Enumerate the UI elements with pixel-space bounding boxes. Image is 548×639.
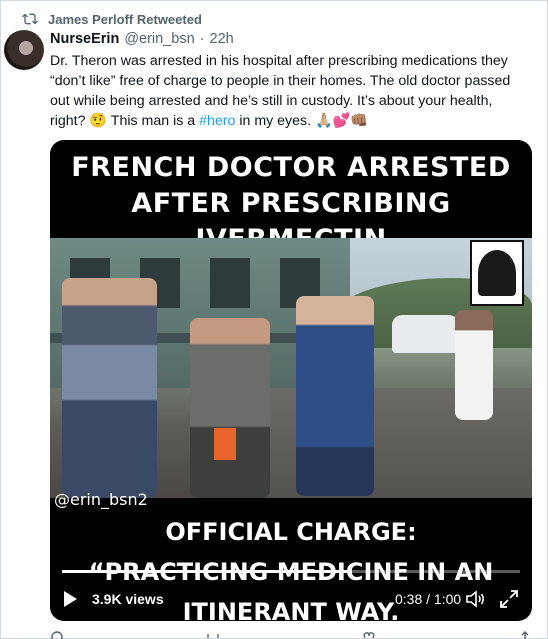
header-separator: ·: [199, 31, 205, 47]
author-handle[interactable]: @erin_bsn: [124, 31, 194, 47]
video-time: 0:38 / 1:00: [395, 591, 461, 607]
video-watermark: @erin_bsn2: [54, 490, 148, 509]
video-window: [210, 258, 250, 308]
rooster-logo-mark: [478, 250, 516, 296]
retweet-context[interactable]: James Perloff Retweeted: [22, 10, 202, 28]
retweet-label: James Perloff Retweeted: [48, 11, 202, 27]
video-person: [62, 278, 157, 498]
reply-icon[interactable]: [50, 628, 64, 639]
video-frame: [50, 238, 532, 498]
play-icon[interactable]: [62, 590, 78, 608]
tweet-text-tail: in my eyes. 🙏🏼💕👊🏽: [235, 113, 369, 129]
retweet-icon: [22, 11, 38, 27]
video-bucket: [214, 428, 236, 460]
like-icon[interactable]: [362, 628, 376, 639]
retweet-action-icon[interactable]: [206, 628, 220, 639]
video-player[interactable]: FRENCH DOCTOR ARRESTED AFTER PRESCRIBING…: [50, 140, 532, 621]
author-display-name[interactable]: NurseErin: [50, 31, 119, 47]
view-count: 3.9K views: [92, 591, 164, 607]
video-police-officer: [296, 296, 374, 496]
video-progress-bar[interactable]: [62, 570, 520, 573]
rooster-logo-icon: [470, 240, 524, 306]
tweet-text: Dr. Theron was arrested in his hospital …: [50, 51, 530, 131]
avatar[interactable]: [4, 30, 44, 70]
video-headline-line-1: FRENCH DOCTOR ARRESTED: [71, 152, 511, 183]
video-person: [455, 310, 493, 420]
tweet-timestamp[interactable]: 22h: [210, 31, 234, 47]
video-car: [392, 315, 462, 353]
volume-icon[interactable]: [465, 589, 487, 609]
tweet-action-bar: [50, 628, 532, 639]
tweet-header: NurseErin @erin_bsn · 22h: [50, 31, 234, 47]
video-elapsed: 0:38: [395, 591, 423, 607]
hashtag-link[interactable]: #hero: [199, 113, 235, 129]
share-icon[interactable]: [518, 628, 532, 639]
fullscreen-icon[interactable]: [499, 589, 519, 609]
video-caption-line-1: OFFICIAL CHARGE:: [165, 518, 417, 546]
video-person: [190, 318, 270, 498]
video-progress-fill: [62, 570, 352, 573]
video-controls: 3.9K views 0:38 / 1:00: [50, 580, 532, 618]
video-time-separator: /: [422, 591, 434, 607]
video-duration: 1:00: [433, 591, 462, 607]
